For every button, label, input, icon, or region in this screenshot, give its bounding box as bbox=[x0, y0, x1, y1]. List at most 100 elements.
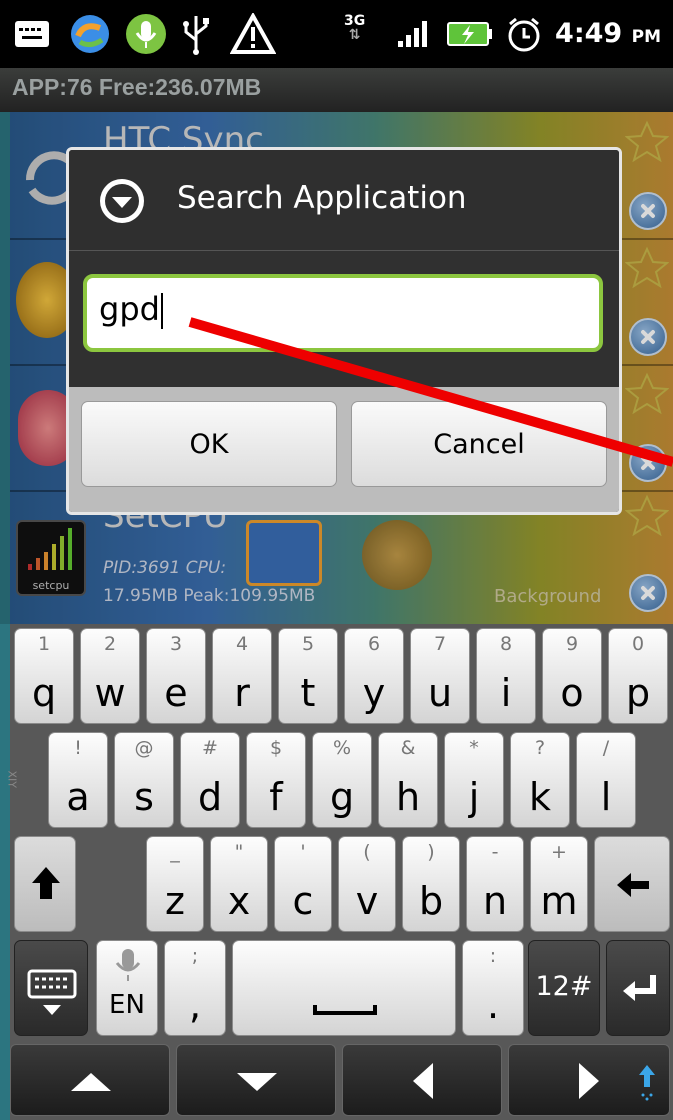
search-input[interactable]: gpd bbox=[83, 274, 603, 352]
key-e-alt: 3 bbox=[169, 633, 183, 655]
key-k-alt: ? bbox=[534, 737, 546, 759]
key-i-label: i bbox=[500, 671, 512, 715]
key-s-label: s bbox=[134, 775, 154, 819]
key-t-label: t bbox=[300, 671, 316, 715]
key-o-alt: 9 bbox=[565, 633, 579, 655]
app-header: APP:76 Free:236.07MB bbox=[0, 68, 673, 112]
clock-time: 4:49 bbox=[555, 18, 623, 49]
key-l-alt: / bbox=[602, 737, 610, 759]
key-q-label: q bbox=[31, 671, 57, 715]
key-i-alt: 8 bbox=[499, 633, 513, 655]
key-o[interactable]: 9o bbox=[542, 628, 602, 724]
key-b[interactable]: ) b bbox=[402, 836, 460, 932]
key-a[interactable]: ! a bbox=[48, 732, 108, 828]
key-d-alt: # bbox=[202, 737, 218, 759]
chevron-down-icon bbox=[97, 176, 147, 226]
key-q[interactable]: 1q bbox=[14, 628, 74, 724]
key-o-label: o bbox=[560, 671, 584, 715]
key-u-alt: 7 bbox=[433, 633, 447, 655]
search-input-text: gpd bbox=[99, 290, 160, 328]
cursor-up-key[interactable] bbox=[10, 1044, 170, 1116]
key-m[interactable]: + m bbox=[530, 836, 588, 932]
key-c-alt: ' bbox=[300, 841, 306, 863]
clock: 4:49 PM bbox=[555, 14, 661, 57]
key-x[interactable]: " x bbox=[210, 836, 268, 932]
enter-key[interactable] bbox=[606, 940, 670, 1036]
numbers-symbols-label: 12# bbox=[535, 971, 593, 1002]
soft-keyboard: 1q2w3e4r5t6y7u8i9o0p ! a @ s # d $ f% g & h * j? k / l … bbox=[6, 624, 673, 1120]
key-s[interactable]: @ s bbox=[114, 732, 174, 828]
key-k[interactable]: ? k bbox=[510, 732, 570, 828]
key-a-alt: ! bbox=[74, 737, 82, 759]
voice-language-key[interactable]: EN bbox=[96, 940, 158, 1036]
key-b-alt: ) bbox=[427, 841, 435, 863]
key-h-label: h bbox=[395, 775, 421, 819]
signal-icon bbox=[394, 12, 434, 56]
usb-icon bbox=[176, 12, 216, 56]
key-comma[interactable]: ; , bbox=[164, 940, 226, 1036]
key-d-label: d bbox=[197, 775, 223, 819]
search-input-value: gpd bbox=[99, 290, 163, 329]
language-label: EN bbox=[109, 990, 145, 1020]
key-v[interactable]: (v bbox=[338, 836, 396, 932]
key-e-label: e bbox=[164, 671, 188, 715]
text-cursor bbox=[160, 293, 163, 329]
key-p-label: p bbox=[625, 671, 651, 715]
battery-charging-icon bbox=[444, 12, 496, 56]
app-memory-summary: APP:76 Free:236.07MB bbox=[12, 74, 262, 100]
key-w[interactable]: 2w bbox=[80, 628, 140, 724]
key-e[interactable]: 3e bbox=[146, 628, 206, 724]
keyboard-switch-key[interactable] bbox=[14, 940, 88, 1036]
key-g[interactable]: % g bbox=[312, 732, 372, 828]
key-u-label: u bbox=[427, 671, 453, 715]
key-t[interactable]: 5t bbox=[278, 628, 338, 724]
space-key[interactable] bbox=[232, 940, 456, 1036]
keyboard-side-label: XIY bbox=[5, 770, 19, 789]
status-bar: 3G ⇅ 4:49 PM bbox=[0, 0, 673, 68]
ok-button[interactable]: OK bbox=[81, 401, 337, 487]
key-c[interactable]: ' c bbox=[274, 836, 332, 932]
key-r[interactable]: 4r bbox=[212, 628, 272, 724]
cursor-down-key[interactable] bbox=[176, 1044, 336, 1116]
key-g-alt: % bbox=[332, 737, 352, 759]
dialog-button-bar: OK Cancel bbox=[69, 387, 619, 512]
key-h[interactable]: & h bbox=[378, 732, 438, 828]
key-i[interactable]: 8i bbox=[476, 628, 536, 724]
key-u[interactable]: 7u bbox=[410, 628, 470, 724]
key-z[interactable]: _ z bbox=[146, 836, 204, 932]
key-l[interactable]: / l bbox=[576, 732, 636, 828]
phone-screen: 3G ⇅ 4:49 PM APP:76 Free:236.07MB HTC Sy… bbox=[0, 0, 673, 1120]
cursor-left-key[interactable] bbox=[342, 1044, 502, 1116]
warning-icon bbox=[228, 12, 278, 56]
numbers-symbols-key[interactable]: 12# bbox=[528, 940, 600, 1036]
key-z-alt: _ bbox=[170, 841, 180, 863]
key-j-label: j bbox=[468, 775, 480, 819]
key-r-label: r bbox=[234, 671, 250, 715]
key-f[interactable]: $ f bbox=[246, 732, 306, 828]
key-p[interactable]: 0p bbox=[608, 628, 668, 724]
key-w-label: w bbox=[94, 671, 126, 715]
key-j[interactable]: * j bbox=[444, 732, 504, 828]
key-comma-alt: ; bbox=[191, 945, 199, 967]
key-t-alt: 5 bbox=[301, 633, 315, 655]
key-h-alt: & bbox=[400, 737, 416, 759]
3g-icon: 3G ⇅ bbox=[344, 13, 366, 43]
key-w-alt: 2 bbox=[103, 633, 117, 655]
key-period[interactable]: : . bbox=[462, 940, 524, 1036]
key-j-alt: * bbox=[469, 737, 479, 759]
key-p-alt: 0 bbox=[631, 633, 645, 655]
key-y-alt: 6 bbox=[367, 633, 381, 655]
shift-key[interactable] bbox=[14, 836, 76, 932]
key-a-label: a bbox=[66, 775, 90, 819]
sync-notification-icon bbox=[66, 12, 114, 56]
cancel-button[interactable]: Cancel bbox=[351, 401, 607, 487]
key-s-alt: @ bbox=[134, 737, 154, 759]
keyboard-notification-icon bbox=[10, 12, 54, 56]
backspace-key[interactable] bbox=[594, 836, 670, 932]
key-y[interactable]: 6y bbox=[344, 628, 404, 724]
dialog-title: Search Application bbox=[177, 180, 467, 216]
key-c-label: c bbox=[292, 879, 314, 923]
key-d[interactable]: # d bbox=[180, 732, 240, 828]
cursor-right-key[interactable] bbox=[508, 1044, 670, 1116]
key-n[interactable]: -n bbox=[466, 836, 524, 932]
